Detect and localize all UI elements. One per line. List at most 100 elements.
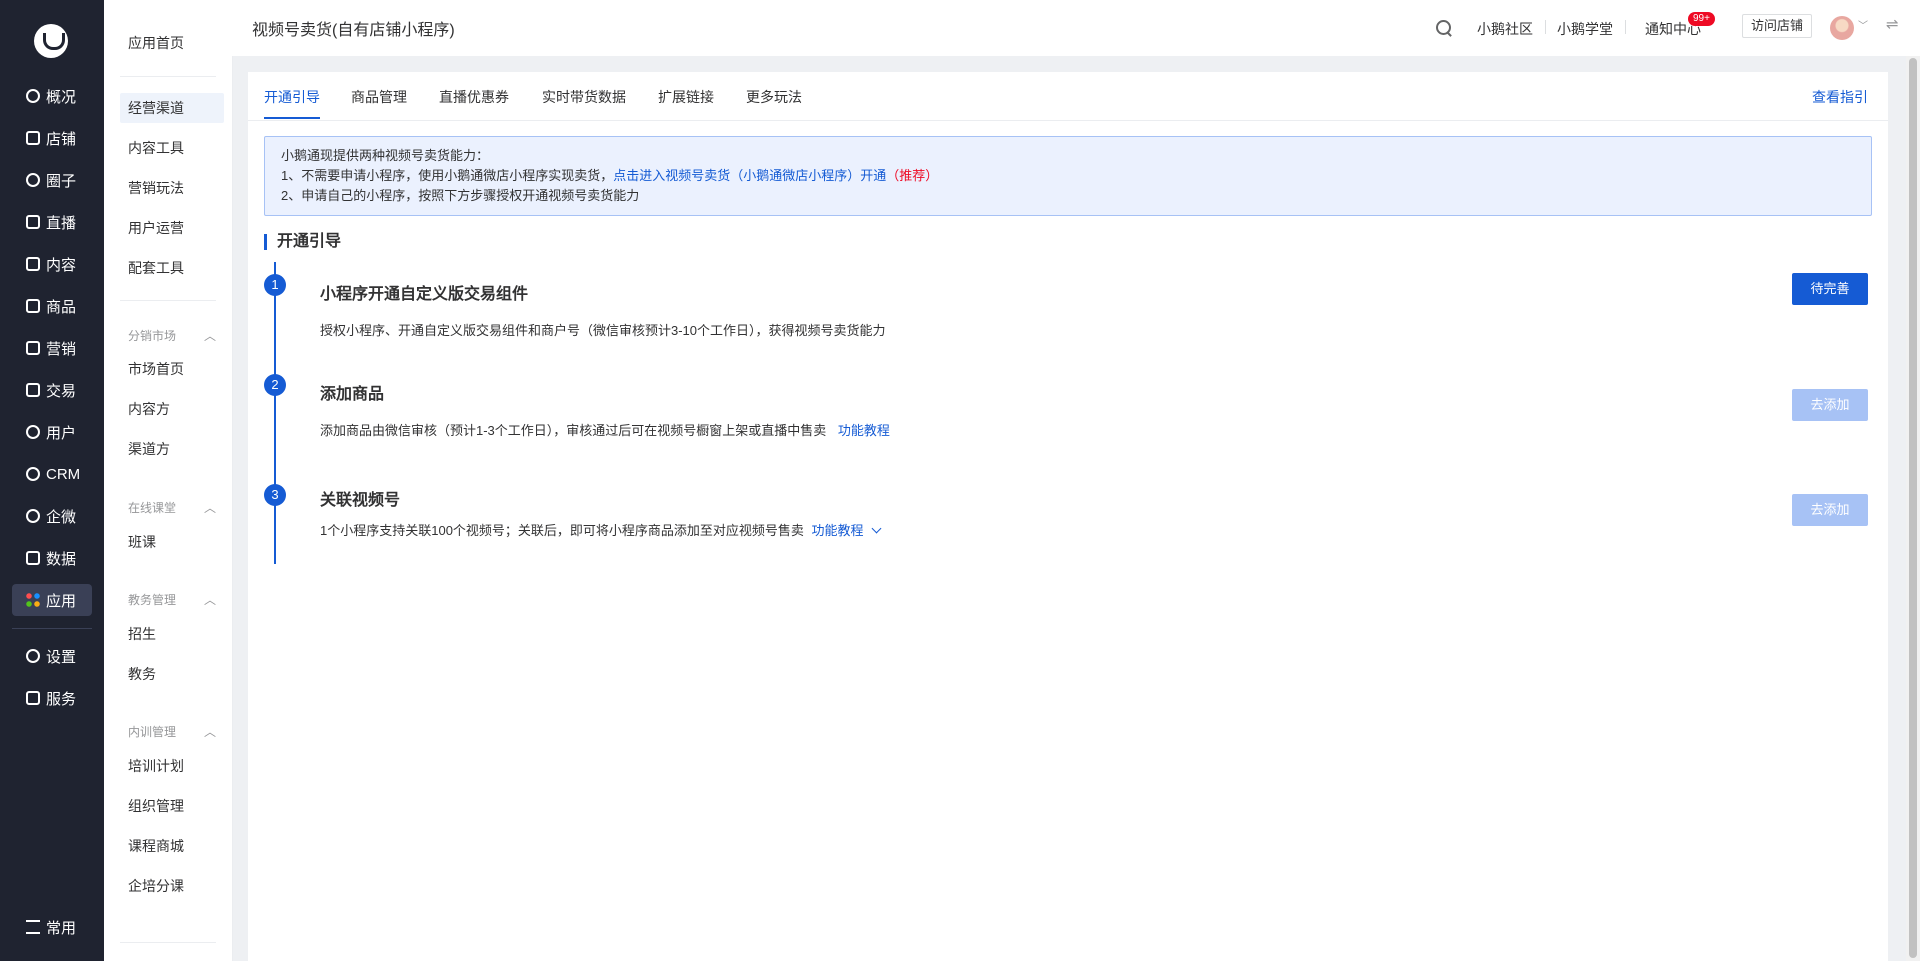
nav-item-user[interactable]: 用户 — [12, 416, 92, 448]
subnav-class[interactable]: 班课 — [120, 527, 216, 557]
nav-item-label: 常用 — [46, 919, 77, 937]
subnav-group-distribution[interactable]: 分销市场 ︿ — [128, 327, 216, 344]
scrollbar-thumb[interactable] — [1909, 58, 1917, 958]
tab-extension-link[interactable]: 扩展链接 — [658, 87, 714, 107]
subnav-group-training[interactable]: 内训管理 ︿ — [128, 723, 216, 740]
tab-realtime-sales-data[interactable]: 实时带货数据 — [542, 87, 626, 107]
nav-item-label: 交易 — [46, 382, 77, 400]
subnav-enroll[interactable]: 招生 — [120, 619, 216, 649]
step-title: 关联视频号 — [320, 492, 401, 509]
subnav-academic[interactable]: 教务 — [120, 659, 216, 689]
subnav-user-ops[interactable]: 用户运营 — [120, 213, 216, 243]
nav-item-common[interactable]: 常用 — [12, 911, 92, 943]
notice-line: 小鹅通现提供两种视频号卖货能力： — [281, 148, 490, 163]
subnav-app-home[interactable]: 应用首页 — [120, 28, 216, 58]
nav-item-product[interactable]: 商品 — [12, 290, 92, 322]
subnav-enterprise-course[interactable]: 企培分课 — [120, 871, 216, 901]
switch-icon[interactable]: ⇌ — [1886, 15, 1899, 33]
subnav-group-edu[interactable]: 教务管理 ︿ — [128, 591, 216, 608]
nav-item-label: 内容 — [46, 256, 77, 274]
logo-icon[interactable] — [34, 24, 68, 58]
subnav-org-manage[interactable]: 组织管理 — [120, 791, 216, 821]
to-complete-button[interactable]: 待完善 — [1792, 273, 1868, 305]
step-title: 添加商品 — [320, 386, 385, 403]
chevron-down-icon[interactable] — [871, 523, 882, 534]
subnav-course-mall[interactable]: 课程商城 — [120, 831, 216, 861]
nav-item-data[interactable]: 数据 — [12, 542, 92, 574]
avatar[interactable] — [1830, 16, 1854, 40]
tab-activation-guide[interactable]: 开通引导 — [264, 87, 320, 107]
active-tab-indicator — [264, 117, 320, 119]
link-channel-button[interactable]: 去添加 — [1792, 494, 1868, 526]
notice-text: 1、不需要申请小程序，使用小鹅通微店小程序实现卖货， — [281, 168, 614, 183]
primary-nav: 概况 店铺 圈子 直播 内容 商品 营销 交易 用户 CRM 企微 数据 应用 … — [0, 0, 104, 961]
notice-line: 1、不需要申请小程序，使用小鹅通微店小程序实现卖货，点击进入视频号卖货（小鹅通微… — [281, 166, 1855, 186]
chevron-up-icon: ︿ — [203, 593, 216, 607]
nav-item-label: 应用 — [46, 592, 77, 610]
visit-store-button[interactable]: 访问店铺 — [1742, 14, 1813, 38]
top-header: 视频号卖货(自有店铺小程序) 小鹅社区 小鹅学堂 通知中心 99+ 访问店铺 ﹀… — [232, 0, 1920, 56]
step-connector-line — [274, 262, 276, 564]
nav-item-label: CRM — [46, 465, 81, 483]
nav-divider — [12, 628, 92, 629]
step-description: 添加商品由微信审核（预计1-3个工作日），审核通过后可在视频号橱窗上架或直播中售… — [320, 420, 890, 439]
nav-item-transaction[interactable]: 交易 — [12, 374, 92, 406]
chevron-down-icon[interactable]: ﹀ — [1858, 17, 1868, 32]
community-link[interactable]: 小鹅社区 — [1477, 19, 1533, 39]
live-icon — [26, 215, 40, 229]
search-icon[interactable] — [1436, 20, 1451, 35]
academy-link[interactable]: 小鹅学堂 — [1557, 19, 1613, 39]
subnav-content-tools[interactable]: 内容工具 — [120, 133, 216, 163]
step-description: 1个小程序支持关联100个视频号；关联后，即可将小程序商品添加至对应视频号售卖 … — [320, 520, 882, 539]
nav-item-circle[interactable]: 圈子 — [12, 164, 92, 196]
nav-item-label: 店铺 — [46, 130, 77, 148]
nav-item-label: 服务 — [46, 690, 77, 708]
document-icon — [26, 257, 40, 271]
info-notice: 小鹅通现提供两种视频号卖货能力： 1、不需要申请小程序，使用小鹅通微店小程序实现… — [264, 136, 1872, 216]
nav-item-label: 直播 — [46, 214, 77, 232]
recommend-tag: （推荐） — [886, 168, 939, 183]
nav-item-label: 圈子 — [46, 172, 77, 190]
add-product-button[interactable]: 去添加 — [1792, 389, 1868, 421]
step-description: 授权小程序、开通自定义版交易组件和商户号（微信审核预计3-10个工作日），获得视… — [320, 323, 886, 338]
data-icon — [26, 551, 40, 565]
subnav-group-online[interactable]: 在线课堂 ︿ — [128, 499, 216, 516]
header-divider — [1545, 20, 1546, 34]
list-icon — [26, 920, 40, 934]
subnav-content-party[interactable]: 内容方 — [120, 394, 216, 424]
chevron-up-icon: ︿ — [203, 329, 216, 343]
nav-item-marketing[interactable]: 营销 — [12, 332, 92, 364]
step-number: 2 — [264, 374, 286, 396]
nav-item-shop[interactable]: 店铺 — [12, 122, 92, 154]
nav-item-crm[interactable]: CRM — [12, 458, 92, 490]
subnav-training-plan[interactable]: 培训计划 — [120, 751, 216, 781]
tab-more-play[interactable]: 更多玩法 — [746, 87, 802, 107]
group-label: 教务管理 — [128, 593, 177, 607]
nav-item-wecom[interactable]: 企微 — [12, 500, 92, 532]
page-scrollbar[interactable] — [1906, 56, 1920, 961]
subnav-market-home[interactable]: 市场首页 — [120, 354, 216, 384]
weidian-activation-link[interactable]: 点击进入视频号卖货（小鹅通微店小程序）开通 — [613, 168, 886, 183]
group-label: 分销市场 — [128, 329, 177, 343]
gear-icon — [26, 649, 40, 663]
apps-icon — [26, 593, 40, 607]
notice-line: 2、申请自己的小程序，按照下方步骤授权开通视频号卖货能力 — [281, 188, 640, 203]
subnav-business-channel[interactable]: 经营渠道 — [120, 93, 224, 123]
tutorial-link[interactable]: 功能教程 — [812, 523, 864, 538]
nav-item-settings[interactable]: 设置 — [12, 640, 92, 672]
tutorial-link[interactable]: 功能教程 — [838, 423, 890, 438]
subnav-marketing-play[interactable]: 营销玩法 — [120, 173, 216, 203]
nav-item-overview[interactable]: 概况 — [12, 80, 92, 112]
nav-item-service[interactable]: 服务 — [12, 682, 92, 714]
nav-item-content[interactable]: 内容 — [12, 248, 92, 280]
subnav-support-tools[interactable]: 配套工具 — [120, 253, 216, 283]
nav-item-live[interactable]: 直播 — [12, 206, 92, 238]
view-guide-link[interactable]: 查看指引 — [1812, 87, 1868, 107]
subnav-divider — [120, 300, 216, 301]
tab-product-manage[interactable]: 商品管理 — [351, 87, 407, 107]
nav-item-label: 企微 — [46, 508, 77, 526]
nav-item-apps[interactable]: 应用 — [12, 584, 92, 616]
tab-live-coupon[interactable]: 直播优惠券 — [439, 87, 509, 107]
subnav-channel-party[interactable]: 渠道方 — [120, 434, 216, 464]
step-description-text: 添加商品由微信审核（预计1-3个工作日），审核通过后可在视频号橱窗上架或直播中售… — [320, 423, 827, 438]
